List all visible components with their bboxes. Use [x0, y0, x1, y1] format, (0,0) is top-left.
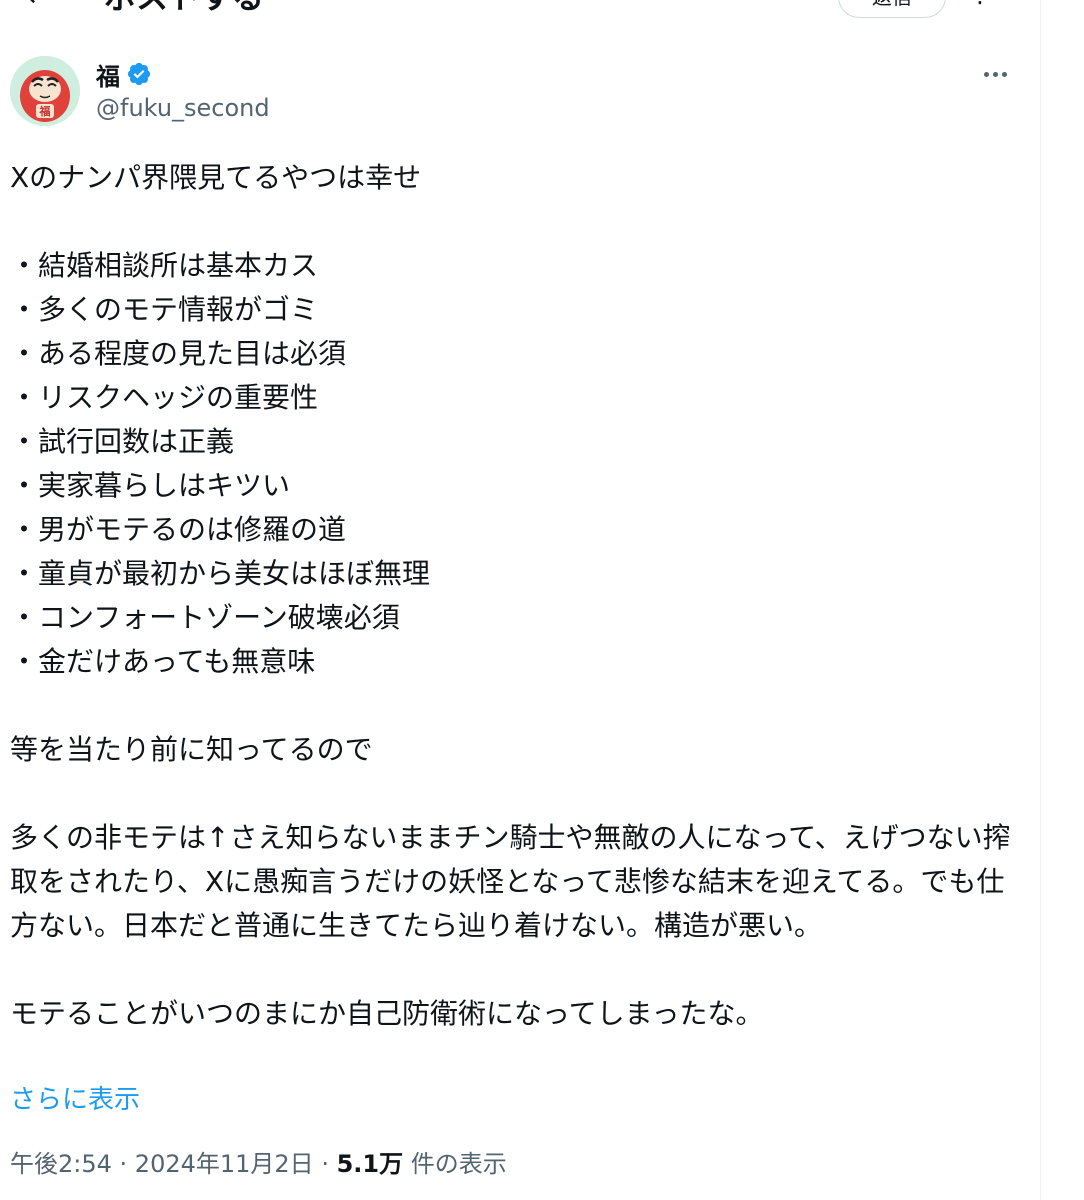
list-item: ・リスクヘッジの重要性 — [10, 381, 319, 414]
daruma-avatar-icon: 福 — [10, 56, 80, 126]
list-item: ・金だけあっても無意味 — [10, 645, 316, 678]
list-item: ・男がモテるのは修羅の道 — [10, 513, 347, 546]
author-name-row: 福 — [96, 57, 152, 92]
list-item: ・実家暮らしはキツい — [10, 469, 291, 502]
views-label: 件の表示 — [403, 1150, 507, 1178]
verified-badge-icon — [126, 61, 152, 87]
header-more-icon[interactable]: ⋮ — [968, 0, 992, 8]
more-options-icon[interactable] — [978, 62, 1012, 86]
avatar[interactable]: 福 — [10, 56, 80, 126]
tweet-paragraph-4: モテることがいつのまにか自己防衛術になってしまったな。 — [10, 997, 764, 1030]
back-arrow-icon[interactable]: ← — [26, 0, 51, 12]
tweet-meta: 午後2:54 · 2024年11月2日 · 5.1万 件の表示 — [10, 1144, 507, 1184]
list-item: ・ある程度の見た目は必須 — [10, 337, 347, 370]
show-more-link[interactable]: さらに表示 — [10, 1080, 140, 1120]
tweet-text: Xのナンパ界隈見てるやつは幸せ ・結婚相談所は基本カス ・多くのモテ情報がゴミ … — [10, 156, 1020, 1036]
list-item: ・試行回数は正義 — [10, 425, 235, 458]
tweet-paragraph-3: 多くの非モテは↑さえ知らないままチン騎士や無敵の人になって、えげつない搾取をされ… — [10, 821, 1011, 942]
user-handle[interactable]: @fuku_second — [96, 94, 270, 122]
header-title: ポストする — [104, 0, 264, 14]
column-divider — [1040, 0, 1041, 1200]
avatar-char: 福 — [39, 104, 51, 118]
list-item: ・童貞が最初から美女はほぼ無理 — [10, 557, 431, 590]
bullet-list: ・結婚相談所は基本カス ・多くのモテ情報がゴミ ・ある程度の見た目は必須 ・リス… — [10, 244, 1020, 684]
top-header: ← ポストする 返信 ⋮ — [0, 0, 1040, 22]
meta-separator: · — [111, 1150, 135, 1178]
views-count: 5.1万 — [336, 1150, 404, 1178]
reply-button[interactable]: 返信 — [838, 0, 946, 18]
list-item: ・多くのモテ情報がゴミ — [10, 293, 319, 326]
tweet-paragraph-2: 等を当たり前に知ってるので — [10, 733, 373, 766]
tweet-intro: Xのナンパ界隈見てるやつは幸せ — [10, 161, 422, 194]
tweet-time[interactable]: 午後2:54 — [10, 1150, 112, 1178]
list-item: ・結婚相談所は基本カス — [10, 249, 319, 282]
tweet-date[interactable]: 2024年11月2日 — [135, 1150, 314, 1178]
meta-separator: · — [313, 1150, 337, 1178]
display-name[interactable]: 福 — [96, 57, 120, 92]
list-item: ・コンフォートゾーン破壊必須 — [10, 601, 400, 634]
